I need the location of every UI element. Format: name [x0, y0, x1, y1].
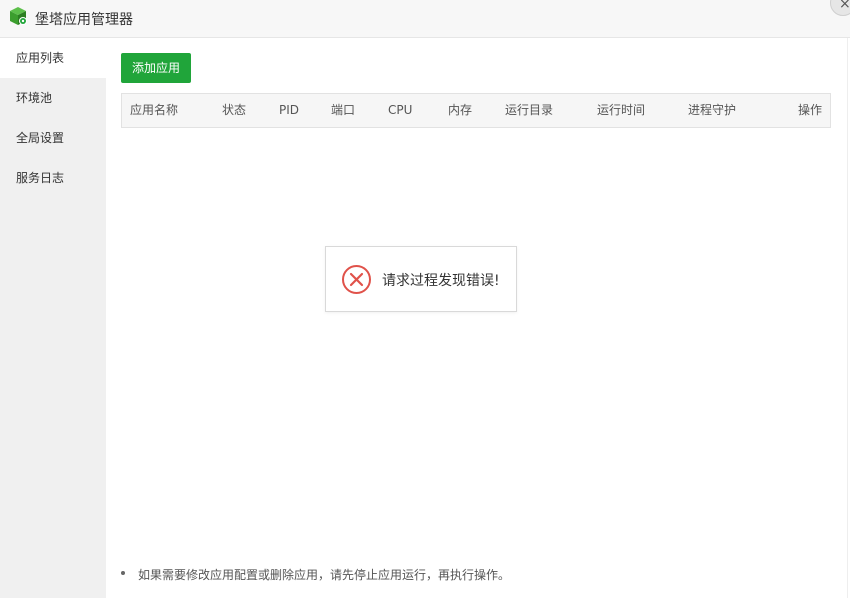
sidebar-item-env-pool[interactable]: 环境池 — [0, 78, 106, 118]
app-logo-icon — [10, 7, 27, 25]
column-header-cpu[interactable]: CPU — [388, 94, 412, 127]
column-header-run-dir[interactable]: 运行目录 — [505, 94, 553, 127]
column-header-app-name[interactable]: 应用名称 — [130, 94, 178, 127]
column-header-pid[interactable]: PID — [279, 94, 299, 127]
error-message: 请求过程发现错误! — [382, 273, 500, 289]
column-header-port[interactable]: 端口 — [331, 94, 355, 127]
sidebar-item-global-settings[interactable]: 全局设置 — [0, 118, 106, 158]
column-header-status[interactable]: 状态 — [222, 94, 246, 127]
close-icon: × — [839, 0, 850, 12]
bullet-icon — [121, 571, 125, 575]
divider — [847, 38, 848, 598]
sidebar-item-service-log[interactable]: 服务日志 — [0, 158, 106, 198]
app-title: 堡塔应用管理器 — [35, 12, 133, 28]
column-header-run-time[interactable]: 运行时间 — [597, 94, 645, 127]
sidebar: 应用列表 环境池 全局设置 服务日志 — [0, 38, 106, 598]
column-header-actions[interactable]: 操作 — [798, 94, 822, 127]
column-header-daemon[interactable]: 进程守护 — [688, 94, 736, 127]
tip-text: 如果需要修改应用配置或删除应用，请先停止应用运行，再执行操作。 — [138, 568, 511, 582]
column-header-memory[interactable]: 内存 — [448, 94, 472, 127]
title-bar: 堡塔应用管理器 — [0, 0, 850, 38]
error-toast: 请求过程发现错误! — [325, 246, 517, 312]
error-circle-x-icon — [342, 265, 371, 294]
sidebar-item-app-list[interactable]: 应用列表 — [0, 38, 106, 78]
table-header: 应用名称 状态 PID 端口 CPU 内存 运行目录 运行时间 进程守护 操作 — [121, 93, 831, 128]
add-app-button[interactable]: 添加应用 — [121, 53, 191, 83]
